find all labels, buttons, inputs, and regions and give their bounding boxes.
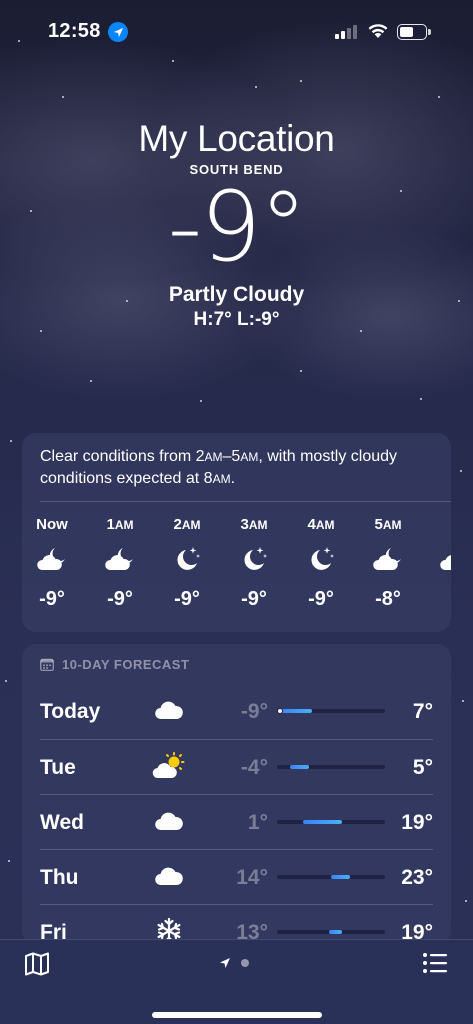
day-high: 7° bbox=[412, 700, 433, 723]
temperature-range-bar bbox=[290, 765, 309, 769]
hourly-item: 1AM -9° bbox=[90, 516, 150, 611]
clear-night-icon bbox=[157, 544, 217, 574]
temperature-range-track bbox=[277, 820, 385, 824]
hour-temperature: -9° bbox=[174, 588, 200, 610]
hour-temperature: -9° bbox=[107, 588, 133, 610]
day-low: -9° bbox=[240, 700, 268, 723]
temperature-range-track bbox=[277, 765, 385, 769]
location-services-icon bbox=[108, 22, 128, 42]
day-name: Today bbox=[40, 700, 101, 723]
partly-sunny-icon bbox=[152, 752, 186, 780]
current-temperature: -9° bbox=[167, 171, 308, 283]
daily-list: Today -9° 7° Tue -4° 5° Wed 1° 19° Thu 14° 23° Fri 13… bbox=[22, 684, 451, 944]
partly-cloudy-night-icon bbox=[358, 544, 418, 574]
high-low-temperature: H:7° L:-9° bbox=[193, 309, 280, 330]
hour-temperature: - bbox=[425, 588, 451, 611]
forecast-day-row[interactable]: Thu 14° 23° bbox=[40, 849, 433, 904]
hourly-item: 5AM -8° bbox=[358, 516, 418, 611]
day-low: -4° bbox=[240, 756, 268, 779]
status-time: 12:58 bbox=[48, 20, 101, 42]
battery-icon bbox=[397, 24, 431, 40]
hourly-item: 2AM -9° bbox=[157, 516, 217, 611]
hour-label: 1AM bbox=[106, 516, 134, 533]
hour-temperature: -9° bbox=[39, 588, 65, 610]
status-bar: 12:58 bbox=[0, 0, 473, 60]
partly-cloudy-night-icon bbox=[22, 544, 82, 574]
partly-cloudy-night-icon bbox=[425, 544, 451, 574]
temperature-range-bar bbox=[331, 875, 350, 879]
ten-day-header: 10-DAY FORECAST bbox=[22, 644, 451, 684]
current-condition: Partly Cloudy bbox=[168, 283, 305, 306]
current-temp-marker bbox=[277, 708, 283, 714]
page-dot bbox=[241, 959, 249, 967]
hourly-item: 6- bbox=[425, 516, 451, 611]
temperature-range-bar bbox=[329, 930, 342, 934]
temperature-range-track bbox=[277, 875, 385, 879]
day-low: 1° bbox=[247, 811, 268, 834]
partly-cloudy-night-icon bbox=[90, 544, 150, 574]
cloud-icon bbox=[152, 696, 186, 724]
day-name: Wed bbox=[40, 811, 84, 834]
ten-day-title: 10-DAY FORECAST bbox=[62, 656, 190, 672]
bottom-toolbar bbox=[0, 939, 473, 1024]
hour-label: 3AM bbox=[240, 516, 268, 533]
clear-night-icon bbox=[291, 544, 351, 574]
page-indicator[interactable] bbox=[219, 957, 249, 969]
hour-label: 6 bbox=[425, 516, 452, 536]
cloud-icon bbox=[152, 862, 186, 890]
day-high: 5° bbox=[412, 756, 433, 779]
hourly-summary: Clear conditions from 2AM–5AM, with most… bbox=[40, 448, 398, 487]
clear-night-icon bbox=[224, 544, 284, 574]
location-title: My Location bbox=[138, 118, 335, 159]
home-indicator[interactable] bbox=[152, 1012, 322, 1018]
hour-label: 4AM bbox=[307, 516, 335, 533]
map-icon[interactable] bbox=[24, 952, 50, 976]
forecast-day-row[interactable]: Fri 13° 19° bbox=[40, 904, 433, 944]
current-weather: My Location SOUTH BEND -9° Partly Cloudy… bbox=[0, 118, 473, 331]
hour-temperature: -8° bbox=[375, 588, 401, 610]
forecast-day-row[interactable]: Tue -4° 5° bbox=[40, 739, 433, 794]
temperature-range-track bbox=[277, 708, 385, 714]
hourly-forecast-card[interactable]: Clear conditions from 2AM–5AM, with most… bbox=[22, 433, 451, 632]
hour-temperature: -9° bbox=[241, 588, 267, 610]
temperature-range-bar bbox=[280, 709, 312, 713]
forecast-day-row[interactable]: Today -9° 7° bbox=[40, 684, 433, 739]
cellular-signal-icon bbox=[335, 25, 357, 39]
forecast-day-row[interactable]: Wed 1° 19° bbox=[40, 794, 433, 849]
temperature-range-bar bbox=[303, 820, 342, 824]
location-arrow-icon bbox=[220, 958, 230, 968]
cloud-icon bbox=[152, 807, 186, 835]
day-high: 23° bbox=[401, 866, 433, 889]
hour-label: 2AM bbox=[173, 516, 201, 533]
ten-day-forecast-card[interactable]: 10-DAY FORECAST Today -9° 7° Tue -4° 5° Wed 1° 1… bbox=[22, 644, 451, 944]
list-icon[interactable] bbox=[422, 952, 448, 974]
hourly-item: 3AM -9° bbox=[224, 516, 284, 611]
day-low: 14° bbox=[236, 866, 268, 889]
hour-temperature: -9° bbox=[308, 588, 334, 610]
wifi-icon bbox=[368, 24, 388, 38]
temperature-range-track bbox=[277, 930, 385, 934]
day-name: Thu bbox=[40, 866, 79, 889]
hourly-item: 4AM -9° bbox=[291, 516, 351, 611]
day-high: 19° bbox=[401, 811, 433, 834]
hourly-item: Now -9° bbox=[22, 516, 82, 611]
calendar-icon bbox=[40, 658, 54, 671]
hour-label: 5AM bbox=[374, 516, 402, 533]
day-name: Tue bbox=[40, 756, 76, 779]
hour-label: Now bbox=[36, 516, 68, 533]
hourly-list[interactable]: Now-9°1AM-9°2AM-9°3AM-9°4AM-9°5AM-8°6- bbox=[22, 502, 451, 632]
